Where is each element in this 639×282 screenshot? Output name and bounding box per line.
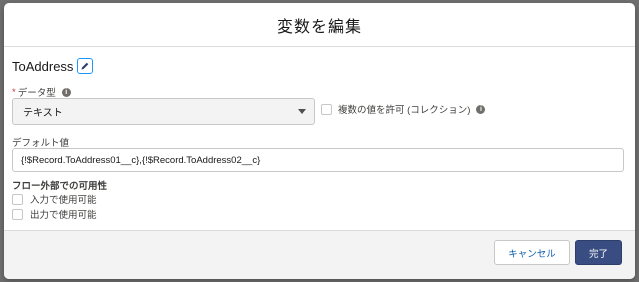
default-value-input[interactable]: {!$Record.ToAddress01__c},{!$Record.ToAd…	[12, 148, 624, 172]
datatype-label-row: * データ型 i	[12, 85, 71, 99]
variable-name: ToAddress	[12, 58, 74, 74]
available-output-checkbox[interactable]	[12, 208, 23, 220]
required-marker: *	[12, 86, 16, 98]
modal-body: ToAddress * データ型 i テキスト 複数の値を許可 (コレクション)…	[4, 47, 635, 230]
available-input-checkbox[interactable]	[12, 193, 23, 205]
modal-header: 変数を編集	[4, 3, 635, 47]
edit-name-button[interactable]	[77, 58, 94, 74]
allow-multiple-label: 複数の値を許可 (コレクション)	[338, 105, 471, 116]
available-input-label: 入力で使用可能	[30, 195, 97, 206]
modal-title: 変数を編集	[276, 18, 362, 36]
variable-name-row: ToAddress	[12, 58, 94, 74]
dropdown-arrow-icon	[298, 109, 306, 114]
datatype-selected-value: テキスト	[23, 108, 63, 119]
datatype-label: データ型	[17, 88, 56, 99]
info-icon[interactable]: i	[61, 87, 71, 97]
pencil-icon	[81, 62, 89, 70]
cancel-button[interactable]: キャンセル	[494, 240, 570, 265]
datatype-select[interactable]: テキスト	[12, 98, 315, 125]
available-output-row: 出力で使用可能	[12, 207, 97, 221]
available-input-row: 入力で使用可能	[12, 192, 97, 206]
edit-variable-modal: 変数を編集 ToAddress * データ型 i テキスト 複数の値を許可 (コ…	[4, 3, 635, 279]
info-icon[interactable]: i	[476, 104, 486, 114]
modal-footer: キャンセル 完了	[4, 230, 635, 279]
default-value-label: デフォルト値	[12, 138, 70, 149]
available-output-label: 出力で使用可能	[30, 210, 97, 221]
allow-multiple-checkbox[interactable]	[321, 103, 332, 115]
done-button[interactable]: 完了	[575, 240, 622, 265]
allow-multiple-row: 複数の値を許可 (コレクション) i	[321, 102, 486, 116]
availability-title: フロー外部での可用性	[12, 181, 108, 192]
